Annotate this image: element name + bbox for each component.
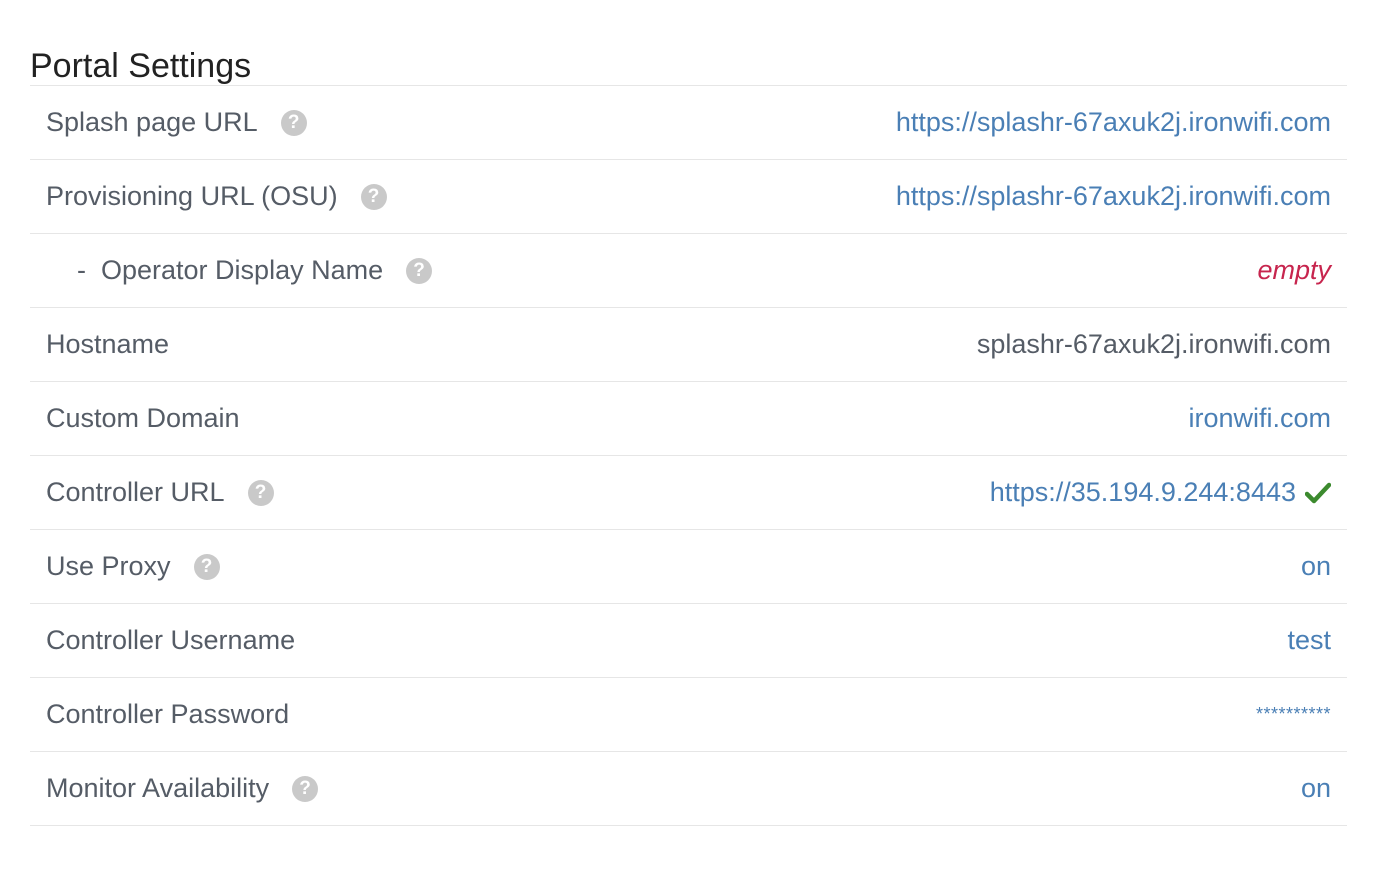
setting-label-group: Use Proxy ? (46, 551, 220, 582)
question-circle-icon[interactable]: ? (360, 183, 387, 210)
setting-row-monitor-availability: Monitor Availability ? on (30, 752, 1347, 826)
setting-label-group: Custom Domain (46, 403, 240, 434)
setting-row-operator-display-name: - Operator Display Name ? empty (30, 234, 1347, 308)
setting-label: Controller Password (46, 699, 290, 729)
setting-label: Splash page URL (46, 107, 258, 137)
monitor-availability-toggle[interactable]: on (1301, 773, 1331, 804)
controller-url-link[interactable]: https://35.194.9.244:8443 (990, 477, 1296, 508)
setting-label-group: Monitor Availability ? (46, 773, 319, 804)
setting-label: Operator Display Name (101, 255, 384, 285)
question-circle-icon[interactable]: ? (406, 257, 433, 284)
setting-row-use-proxy: Use Proxy ? on (30, 530, 1347, 604)
question-circle-icon[interactable]: ? (280, 109, 307, 136)
setting-label: Controller Username (46, 625, 296, 655)
sub-item-dash: - (77, 255, 86, 285)
setting-row-hostname: Hostname splashr-67axuk2j.ironwifi.com (30, 308, 1347, 382)
setting-label: Hostname (46, 329, 170, 359)
setting-row-controller-username: Controller Username test (30, 604, 1347, 678)
hostname-value: splashr-67axuk2j.ironwifi.com (976, 329, 1331, 359)
provisioning-url-link[interactable]: https://splashr-67axuk2j.ironwifi.com (896, 181, 1331, 212)
check-icon (1305, 482, 1331, 503)
question-circle-icon[interactable]: ? (247, 479, 274, 506)
setting-label-group: Hostname (46, 329, 169, 360)
setting-label-group: Controller URL ? (46, 477, 274, 508)
splash-page-url-link[interactable]: https://splashr-67axuk2j.ironwifi.com (896, 107, 1331, 138)
controller-url-value-group: https://35.194.9.244:8443 (990, 477, 1331, 508)
custom-domain-value[interactable]: ironwifi.com (1188, 403, 1331, 434)
controller-username-value[interactable]: test (1287, 625, 1331, 656)
portal-settings-panel: Portal Settings Splash page URL ? https:… (30, 0, 1347, 826)
setting-label: Controller URL (46, 477, 225, 507)
setting-label: Use Proxy (46, 551, 171, 581)
controller-password-value[interactable]: ********** (1256, 704, 1331, 725)
setting-row-controller-url: Controller URL ? https://35.194.9.244:84… (30, 456, 1347, 530)
page-title: Portal Settings (30, 47, 252, 85)
settings-list: Splash page URL ? https://splashr-67axuk… (30, 85, 1347, 826)
setting-label-group: - Operator Display Name ? (46, 255, 433, 286)
question-circle-icon[interactable]: ? (292, 775, 319, 802)
setting-row-custom-domain: Custom Domain ironwifi.com (30, 382, 1347, 456)
setting-label-group: Splash page URL ? (46, 107, 307, 138)
setting-label-group: Controller Password (46, 699, 289, 730)
operator-display-name-value[interactable]: empty (1257, 255, 1331, 286)
setting-label-group: Controller Username (46, 625, 295, 656)
setting-label-group: Provisioning URL (OSU) ? (46, 181, 387, 212)
use-proxy-toggle[interactable]: on (1301, 551, 1331, 582)
setting-row-controller-password: Controller Password ********** (30, 678, 1347, 752)
setting-label: Provisioning URL (OSU) (46, 181, 338, 211)
setting-label: Monitor Availability (46, 773, 270, 803)
setting-label: Custom Domain (46, 403, 240, 433)
question-circle-icon[interactable]: ? (193, 553, 220, 580)
setting-row-provisioning-url: Provisioning URL (OSU) ? https://splashr… (30, 160, 1347, 234)
setting-row-splash-page-url: Splash page URL ? https://splashr-67axuk… (30, 86, 1347, 160)
